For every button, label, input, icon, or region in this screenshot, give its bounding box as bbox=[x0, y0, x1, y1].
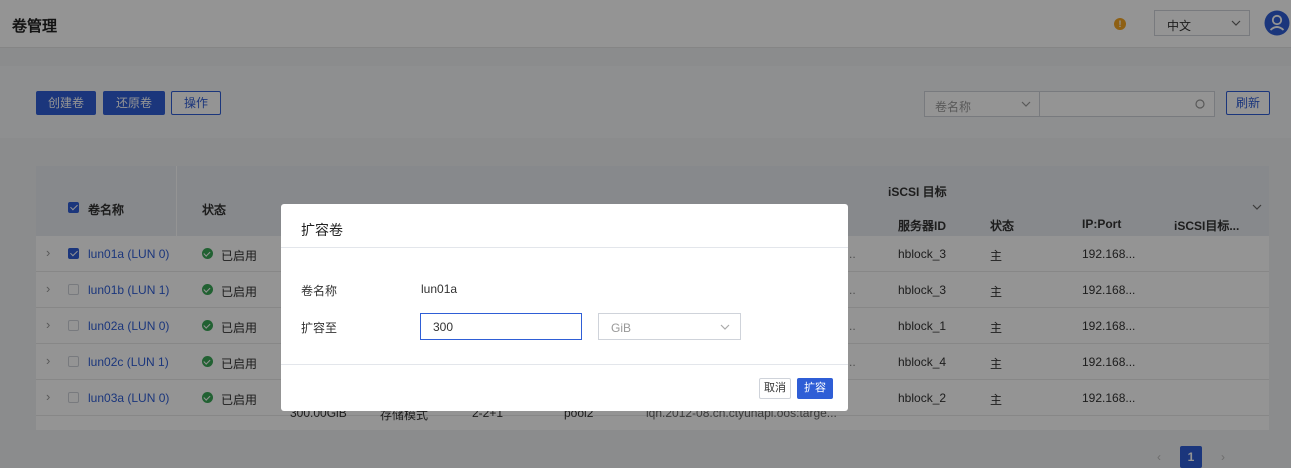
expand-size-input[interactable] bbox=[420, 313, 582, 340]
confirm-expand-button[interactable]: 扩容 bbox=[797, 378, 833, 399]
expand-volume-dialog: 扩容卷 卷名称 lun01a 扩容至 GiB 取消 扩容 bbox=[281, 204, 848, 411]
unit-value: GiB bbox=[611, 321, 632, 335]
expand-to-label: 扩容至 bbox=[301, 321, 338, 335]
dialog-footer-divider bbox=[281, 364, 848, 365]
dialog-divider bbox=[281, 247, 848, 248]
volume-name-label: 卷名称 bbox=[301, 284, 338, 298]
dialog-title: 扩容卷 bbox=[301, 222, 343, 238]
unit-select[interactable]: GiB bbox=[598, 313, 741, 340]
cancel-button[interactable]: 取消 bbox=[759, 378, 791, 399]
chevron-down-icon bbox=[720, 324, 730, 330]
volume-name-value: lun01a bbox=[421, 282, 458, 296]
